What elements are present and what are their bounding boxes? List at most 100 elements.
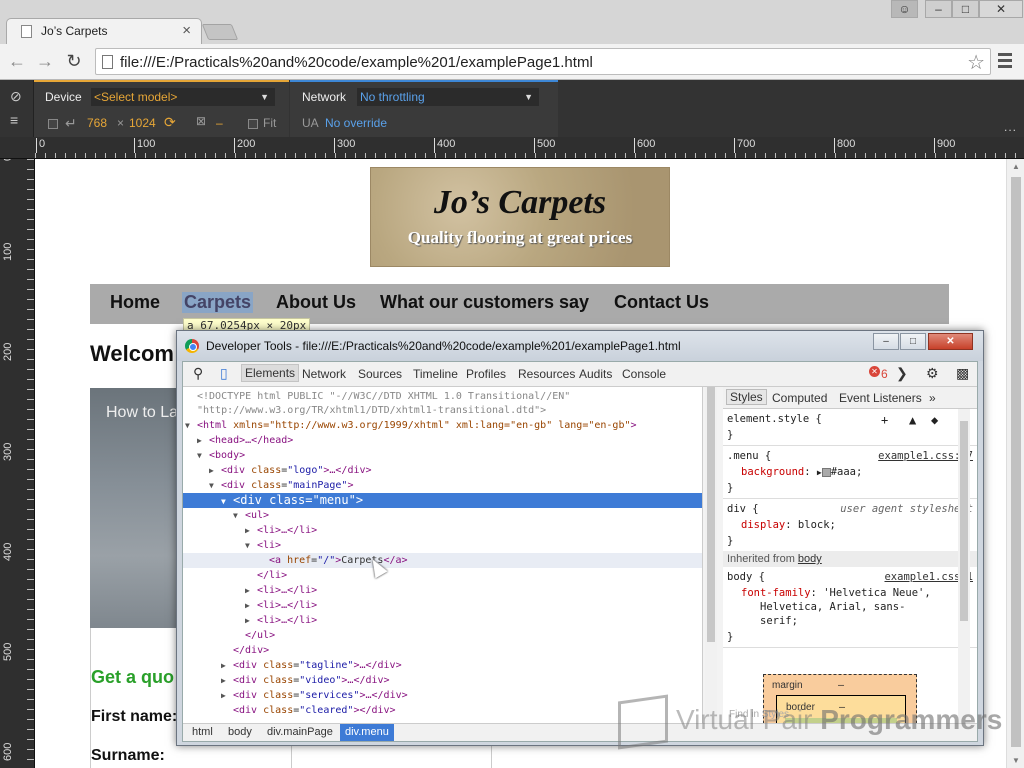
ratio-value[interactable]: – <box>216 116 223 130</box>
back-arrow-icon[interactable]: ← <box>6 50 28 72</box>
add-rule-icon[interactable]: + <box>881 413 888 427</box>
dom-node-anchor[interactable]: <a href="/">Carpets</a> <box>183 553 702 568</box>
devtools-close-button[interactable]: ✕ <box>928 333 973 350</box>
devtools-restore-button[interactable]: □ <box>900 333 926 350</box>
dom-node-video[interactable]: ▶ <div class="video">…</div> <box>183 673 702 688</box>
styles-scrollbar[interactable] <box>958 409 970 723</box>
expand-arrow-icon[interactable]: ▶ <box>221 673 233 688</box>
tab-event-listeners[interactable]: Event Listeners <box>839 391 922 405</box>
height-value[interactable]: 1024 <box>129 116 156 130</box>
expand-arrow-icon[interactable]: ▶ <box>221 688 233 703</box>
scrollbar-thumb[interactable] <box>960 421 968 621</box>
menu-item-carpets[interactable]: Carpets <box>182 292 254 313</box>
minimize-button[interactable]: – <box>925 0 952 18</box>
device-select[interactable]: <Select model> ▼ <box>91 88 275 106</box>
dom-node-li[interactable]: ▶ <li>…</li> <box>183 613 702 628</box>
dom-node-div-close[interactable]: </div> <box>183 643 702 658</box>
error-icon[interactable]: ✕ <box>869 366 880 377</box>
dom-node-li[interactable]: ▶ <li>…</li> <box>183 523 702 538</box>
more-tabs-icon[interactable]: » <box>929 391 936 405</box>
ua-override-input[interactable]: No override <box>325 116 387 130</box>
width-value[interactable]: 768 <box>87 116 107 130</box>
div-selector[interactable]: div { <box>727 503 759 515</box>
margin-value[interactable]: – <box>838 680 844 691</box>
menu-item-customers-say[interactable]: What our customers say <box>380 292 589 313</box>
expand-arrow-icon[interactable]: ▶ <box>245 583 257 598</box>
breadcrumb-div-menu[interactable]: div.menu <box>340 724 394 741</box>
close-window-button[interactable]: ✕ <box>979 0 1023 18</box>
bookmark-star-icon[interactable]: ☆ <box>967 50 985 75</box>
console-drawer-icon[interactable]: ❯ <box>896 365 908 382</box>
expand-arrow-icon[interactable]: ▶ <box>209 463 221 478</box>
tab-resources[interactable]: Resources <box>518 367 575 381</box>
video-thumbnail[interactable]: How to La <box>90 388 180 628</box>
rotate-icon[interactable]: ⟳ <box>164 114 176 131</box>
expand-arrow-icon[interactable]: ▶ <box>245 613 257 628</box>
forward-arrow-icon[interactable]: → <box>34 50 56 72</box>
tab-console[interactable]: Console <box>622 367 666 381</box>
menu-item-about-us[interactable]: About Us <box>276 292 356 313</box>
tab-styles[interactable]: Styles <box>726 389 767 405</box>
dock-icon[interactable]: ▩ <box>956 365 969 382</box>
tab-profiles[interactable]: Profiles <box>466 367 506 381</box>
body-font-family-declaration[interactable]: font-family: 'Helvetica Neue', <box>741 587 931 599</box>
dom-node-li[interactable]: ▶ <li>…</li> <box>183 583 702 598</box>
page-scrollbar[interactable]: ▲ ▼ <box>1006 159 1024 768</box>
devtools-minimize-button[interactable]: – <box>873 333 899 350</box>
dom-node-ul-close[interactable]: </ul> <box>183 628 702 643</box>
device-mode-icon[interactable]: ▯ <box>220 365 228 382</box>
scrollbar-thumb[interactable] <box>1011 177 1021 747</box>
error-count[interactable]: 6 <box>881 367 888 381</box>
dom-node-html[interactable]: ▼ <html xmlns="http://www.w3.org/1999/xht… <box>183 418 702 433</box>
search-icon[interactable]: ⚲ <box>193 365 203 382</box>
expand-arrow-icon[interactable]: ▶ <box>245 598 257 613</box>
pin-icon[interactable]: ▲ <box>909 413 916 427</box>
elements-scrollbar[interactable] <box>705 387 717 723</box>
maximize-button[interactable]: □ <box>952 0 979 18</box>
menu-item-contact-us[interactable]: Contact Us <box>614 292 709 313</box>
new-tab-button[interactable] <box>201 24 239 40</box>
user-icon[interactable]: ☺ <box>891 0 918 18</box>
expand-arrow-icon[interactable]: ▼ <box>221 494 233 509</box>
menu-selector[interactable]: .menu { <box>727 450 771 462</box>
tab-network[interactable]: Network <box>302 367 346 381</box>
body-selector[interactable]: body { <box>727 571 765 583</box>
more-options-icon[interactable]: ... <box>1004 120 1017 134</box>
dom-node-mainpage[interactable]: ▼ <div class="mainPage"> <box>183 478 702 493</box>
expand-arrow-icon[interactable]: ▼ <box>197 448 209 463</box>
hamburger-menu-icon[interactable] <box>998 53 1012 71</box>
expand-arrow-icon[interactable]: ▼ <box>209 478 221 493</box>
scrollbar-thumb[interactable] <box>707 387 715 642</box>
div-display-declaration[interactable]: display: block; <box>741 519 836 531</box>
color-swatch[interactable] <box>821 467 831 477</box>
expand-arrow-icon[interactable]: ▶ <box>221 658 233 673</box>
tab-close-icon[interactable]: × <box>182 22 191 39</box>
expand-arrow-icon[interactable]: ▼ <box>185 418 197 433</box>
dom-node-menu[interactable]: ▼ <div class="menu"> <box>183 493 702 509</box>
reload-icon[interactable]: ↻ <box>63 50 85 72</box>
fit-checkbox[interactable] <box>248 119 258 129</box>
scroll-down-icon[interactable]: ▼ <box>1012 756 1020 765</box>
expand-arrow-icon[interactable]: ▼ <box>233 508 245 523</box>
breadcrumb-div-mainpage[interactable]: div.mainPage <box>267 726 333 738</box>
url-text[interactable]: file:///E:/Practicals%20and%20code/examp… <box>120 54 593 71</box>
dom-node-li[interactable]: ▼ <li> <box>183 538 702 553</box>
network-throttling-select[interactable]: No throttling ▼ <box>357 88 539 106</box>
expand-arrow-icon[interactable]: ▼ <box>245 538 257 553</box>
expand-arrow-icon[interactable]: ▶ <box>197 433 209 448</box>
dom-node-li-close[interactable]: </li> <box>183 568 702 583</box>
breadcrumb-body[interactable]: body <box>228 726 252 738</box>
dom-node-doctype[interactable]: "http://www.w3.org/TR/xhtml1/DTD/xhtml1-… <box>183 403 702 418</box>
element-style-selector[interactable]: element.style { <box>727 413 822 425</box>
dom-node-tagline[interactable]: ▶ <div class="tagline">…</div> <box>183 658 702 673</box>
swap-dimensions-icon[interactable]: ↵ <box>65 115 77 132</box>
scroll-up-icon[interactable]: ▲ <box>1012 162 1020 171</box>
dom-node-ul[interactable]: ▼ <ul> <box>183 508 702 523</box>
no-entry-icon[interactable]: ⊘ <box>10 88 22 105</box>
tab-audits[interactable]: Audits <box>579 367 612 381</box>
breadcrumb-html[interactable]: html <box>192 726 213 738</box>
tab-computed[interactable]: Computed <box>772 391 827 405</box>
media-queries-icon[interactable]: ≡ <box>10 112 18 128</box>
tab-sources[interactable]: Sources <box>358 367 402 381</box>
expand-arrow-icon[interactable]: ▶ <box>245 523 257 538</box>
